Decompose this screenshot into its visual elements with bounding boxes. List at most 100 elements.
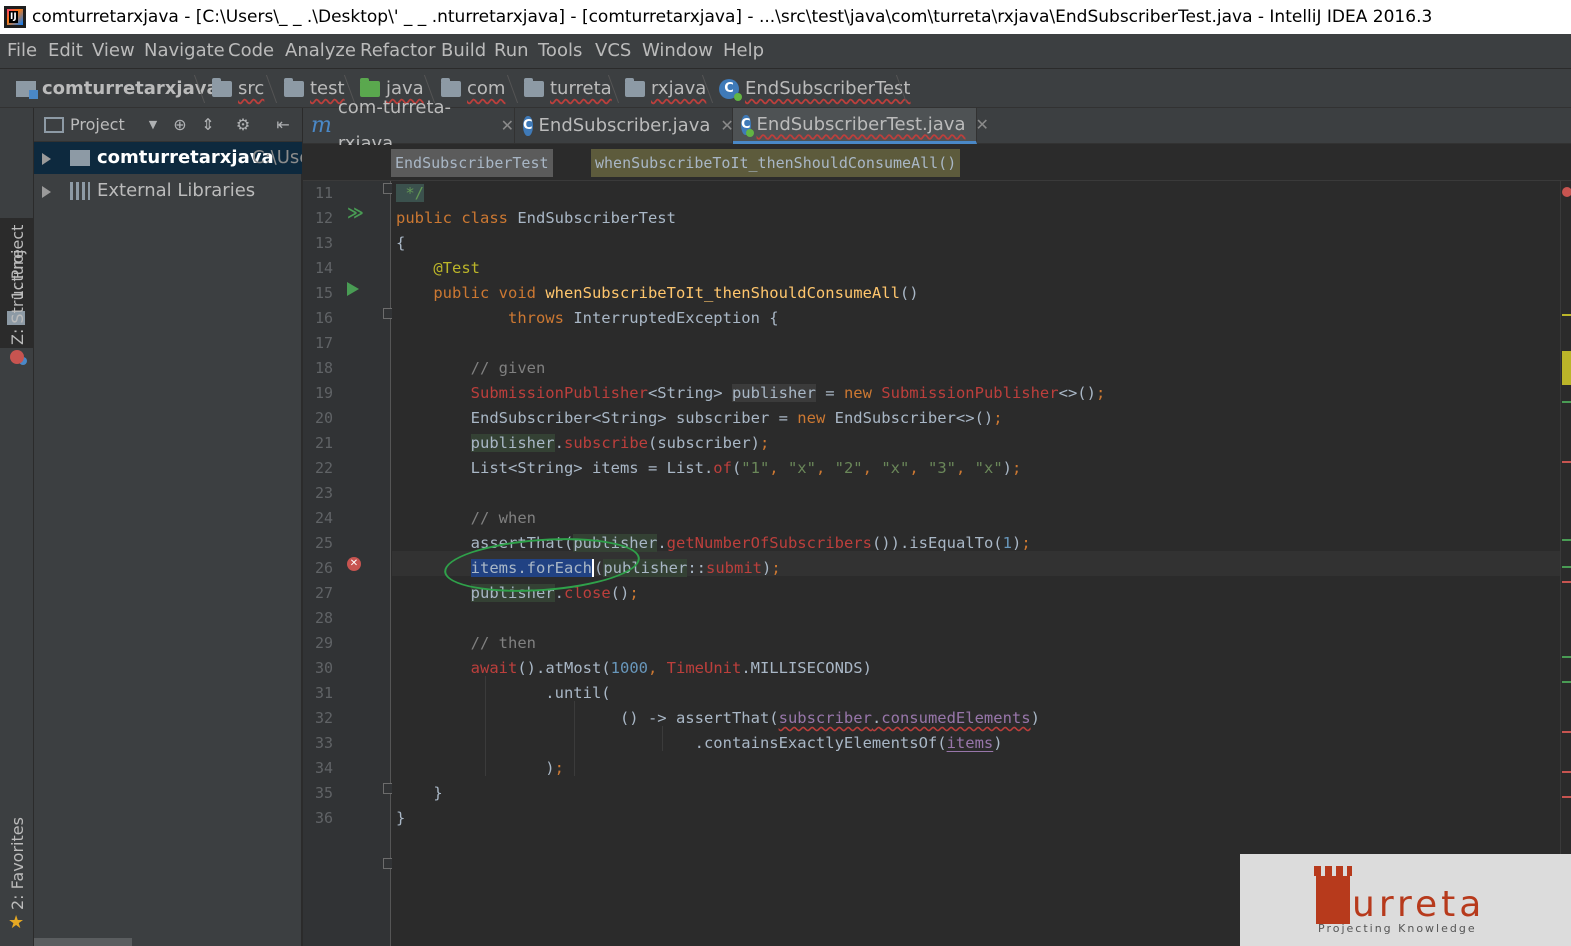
code-line[interactable]: List<String> items = List.of("1", "x", "… bbox=[396, 456, 1022, 481]
tool-window-structure-tab[interactable]: Z: Structure bbox=[0, 249, 34, 373]
code-line[interactable]: public class EndSubscriberTest bbox=[396, 206, 676, 231]
highlight-marker[interactable] bbox=[1562, 566, 1571, 568]
error-marker[interactable] bbox=[1562, 461, 1571, 463]
menu-navigate[interactable]: Navigate bbox=[144, 34, 225, 68]
error-marker-stripe[interactable] bbox=[1560, 181, 1571, 946]
code-token: <String> bbox=[647, 384, 732, 402]
code-token: } bbox=[396, 784, 443, 802]
breadcrumb-class[interactable]: C EndSubscriberTest bbox=[719, 69, 911, 109]
horizontal-scrollbar[interactable] bbox=[34, 938, 132, 946]
menu-code[interactable]: Code bbox=[228, 34, 274, 68]
code-line[interactable]: await().atMost(1000, TimeUnit.MILLISECON… bbox=[396, 656, 872, 681]
expand-arrow-icon[interactable] bbox=[42, 186, 51, 198]
warning-marker[interactable] bbox=[1562, 314, 1571, 316]
menu-window[interactable]: Window bbox=[642, 34, 713, 68]
menu-run[interactable]: Run bbox=[494, 34, 529, 68]
error-marker[interactable] bbox=[1562, 731, 1571, 733]
code-token: throws bbox=[507, 309, 574, 327]
package-icon bbox=[524, 78, 544, 97]
tree-item-external-libraries[interactable]: External Libraries bbox=[34, 175, 302, 207]
tool-window-favorites-tab[interactable]: 2: Favorites ★ bbox=[0, 817, 34, 946]
code-line[interactable]: .until( bbox=[396, 681, 610, 706]
code-line[interactable]: */ bbox=[396, 181, 424, 206]
code-token: public void bbox=[433, 284, 546, 302]
code-line[interactable]: throws InterruptedException { bbox=[396, 306, 779, 331]
left-tool-strip: 1: Project Z: Structure 2: Favorites ★ bbox=[0, 108, 34, 946]
editor-breadcrumb-method[interactable]: whenSubscribeToIt_thenShouldConsumeAll() bbox=[591, 149, 961, 177]
code-line[interactable]: .containsExactlyElementsOf(items) bbox=[396, 731, 1003, 756]
tab-endsubscribertest-java[interactable]: C EndSubscriberTest.java ✕ bbox=[733, 108, 989, 144]
highlight-marker[interactable] bbox=[1562, 681, 1571, 683]
run-all-tests-icon[interactable]: ≫ bbox=[347, 205, 364, 221]
highlight-marker[interactable] bbox=[1562, 401, 1571, 403]
menu-refactor[interactable]: Refactor bbox=[360, 34, 436, 68]
tree-item-project-root[interactable]: comturretarxjava C:\Use bbox=[34, 142, 302, 174]
code-token: @Test bbox=[433, 259, 480, 277]
error-marker[interactable] bbox=[1562, 771, 1571, 773]
code-line[interactable]: // given bbox=[396, 356, 546, 381]
menu-file[interactable]: File bbox=[7, 34, 37, 68]
menu-tools[interactable]: Tools bbox=[538, 34, 582, 68]
test-class-icon: C bbox=[719, 79, 742, 101]
code-token: ; bbox=[1012, 459, 1022, 477]
code-line[interactable]: publisher.subscribe(subscriber); bbox=[396, 431, 769, 456]
code-line[interactable]: } bbox=[396, 806, 405, 831]
error-marker[interactable] bbox=[1562, 796, 1571, 798]
line-number: 19 bbox=[314, 384, 333, 402]
code-token: ; bbox=[554, 759, 564, 777]
code-token: // when bbox=[470, 509, 536, 527]
code-token: EndSubscriberTest bbox=[517, 209, 676, 227]
run-test-icon[interactable] bbox=[347, 282, 359, 296]
code-line[interactable]: // then bbox=[396, 631, 536, 656]
menu-edit[interactable]: Edit bbox=[48, 34, 83, 68]
hide-panel-icon[interactable]: ⇤ bbox=[274, 116, 292, 134]
code-line[interactable]: EndSubscriber<String> subscriber = new E… bbox=[396, 406, 1003, 431]
code-line[interactable]: } bbox=[396, 781, 443, 806]
code-token: submit bbox=[706, 559, 762, 577]
collapse-all-icon[interactable]: ⇕ bbox=[199, 116, 217, 134]
code-line[interactable]: () -> assertThat(subscriber.consumedElem… bbox=[396, 706, 1040, 731]
code-line[interactable]: SubmissionPublisher<String> publisher = … bbox=[396, 381, 1105, 406]
highlight-marker[interactable] bbox=[1562, 539, 1571, 541]
close-tab-icon[interactable]: ✕ bbox=[501, 108, 514, 144]
class-icon: C bbox=[523, 116, 533, 136]
code-line[interactable]: // when bbox=[396, 506, 536, 531]
menu-vcs[interactable]: VCS bbox=[595, 34, 631, 68]
error-status-icon[interactable] bbox=[1562, 187, 1571, 197]
close-tab-icon[interactable]: ✕ bbox=[975, 107, 988, 143]
warning-marker[interactable] bbox=[1562, 351, 1571, 385]
code-line[interactable]: { bbox=[396, 231, 405, 256]
menu-view[interactable]: View bbox=[92, 34, 135, 68]
turreta-watermark-logo: urreta Projecting Knowledge bbox=[1240, 854, 1571, 946]
code-line[interactable]: @Test bbox=[396, 256, 480, 281]
code-line[interactable]: ); bbox=[396, 756, 564, 781]
line-number: 11 bbox=[314, 184, 333, 202]
view-mode-dropdown-icon[interactable]: ▼ bbox=[144, 116, 162, 134]
error-marker[interactable] bbox=[1562, 581, 1571, 583]
code-token: // then bbox=[470, 634, 536, 652]
breakpoint-icon[interactable]: ✕ bbox=[347, 557, 361, 571]
expand-arrow-icon[interactable] bbox=[42, 153, 51, 165]
code-token: ) bbox=[1030, 709, 1040, 727]
settings-gear-icon[interactable]: ⚙ bbox=[234, 116, 252, 134]
code-token: ; bbox=[993, 409, 1003, 427]
code-token: . bbox=[554, 434, 564, 452]
menu-analyze[interactable]: Analyze bbox=[285, 34, 356, 68]
code-line[interactable]: public void whenSubscribeToIt_thenShould… bbox=[396, 281, 918, 306]
tab-endsubscriber-java[interactable]: C EndSubscriber.java ✕ bbox=[515, 108, 734, 144]
menu-build[interactable]: Build bbox=[441, 34, 486, 68]
code-editor[interactable]: */public class EndSubscriberTest{ @Test … bbox=[392, 181, 1560, 946]
highlight-marker[interactable] bbox=[1562, 656, 1571, 658]
tab-com-turreta-rxjava[interactable]: m com-turreta-rxjava ✕ bbox=[303, 97, 515, 154]
scroll-from-source-icon[interactable]: ⊕ bbox=[171, 116, 189, 134]
code-token: ; bbox=[759, 434, 770, 452]
close-tab-icon[interactable]: ✕ bbox=[720, 108, 733, 144]
project-panel-header: Project ▼ ⊕ ⇕ ⚙ ⇤ bbox=[34, 108, 302, 142]
menu-help[interactable]: Help bbox=[723, 34, 764, 68]
editor-breadcrumb-class[interactable]: EndSubscriberTest bbox=[391, 149, 553, 177]
line-number: 13 bbox=[314, 234, 333, 252]
code-token: new bbox=[797, 409, 835, 427]
